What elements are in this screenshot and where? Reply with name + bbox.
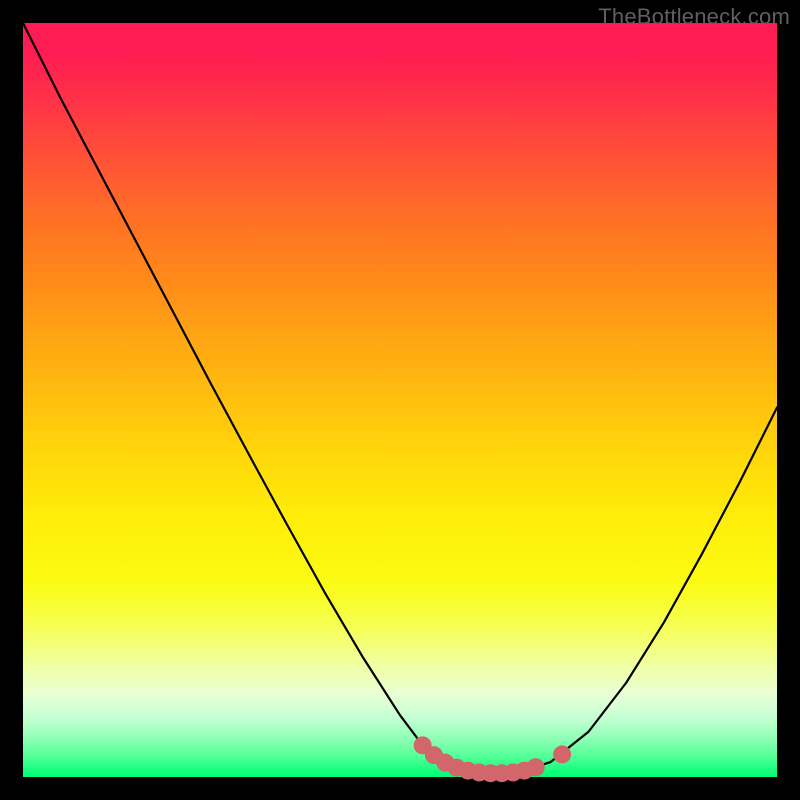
bottleneck-curve	[23, 23, 777, 773]
plot-area	[23, 23, 777, 777]
chart-frame: TheBottleneck.com	[0, 0, 800, 800]
curve-markers	[414, 736, 571, 782]
curve-layer	[23, 23, 777, 777]
watermark-text: TheBottleneck.com	[598, 4, 790, 30]
curve-marker	[527, 758, 545, 776]
curve-marker	[553, 745, 571, 763]
